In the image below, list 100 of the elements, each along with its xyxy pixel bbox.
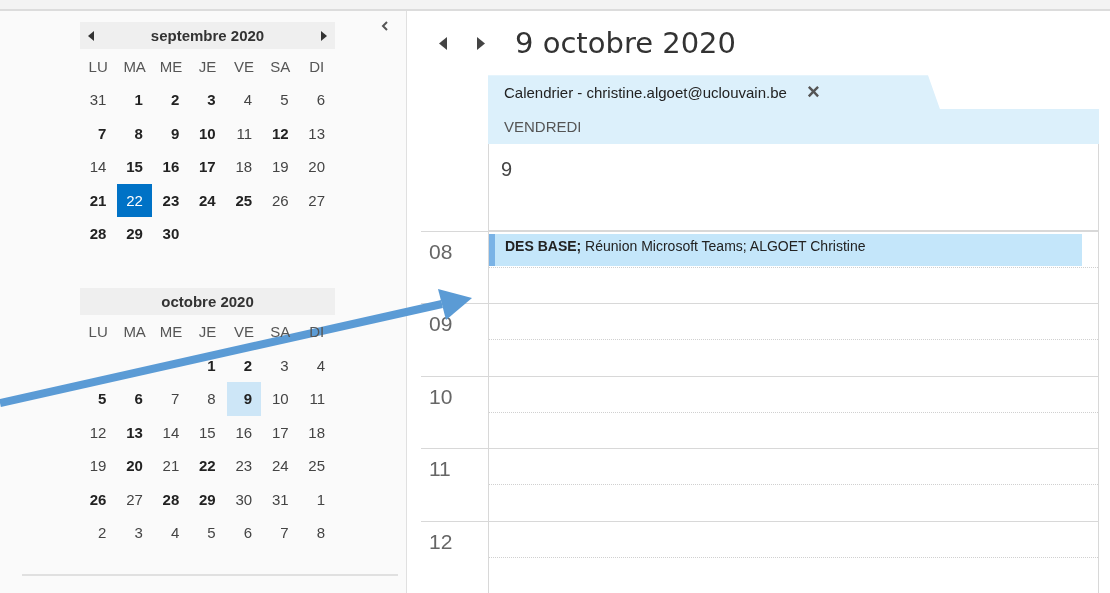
calendar-day[interactable]: 6: [226, 516, 262, 550]
calendar-day[interactable]: 27: [117, 482, 152, 516]
calendar-day[interactable]: 8: [117, 116, 152, 150]
calendar-day[interactable]: 4: [299, 348, 334, 382]
calendar-day[interactable]: 21: [81, 183, 116, 217]
calendar-event[interactable]: DES BASE; Réunion Microsoft Teams; ALGOET Christine: [489, 233, 1082, 266]
calendar-day[interactable]: 29: [117, 217, 152, 251]
weekday-label: JE: [197, 56, 218, 77]
calendar-day[interactable]: 4: [226, 83, 262, 117]
calendar-day[interactable]: 2: [81, 516, 116, 550]
calendar-day[interactable]: 24: [263, 449, 298, 483]
weekday-label: SA: [269, 322, 292, 342]
close-button[interactable]: ×: [806, 81, 820, 104]
calendar-day[interactable]: 6: [117, 382, 152, 416]
calendar-day[interactable]: 19: [263, 150, 298, 184]
calendar-day[interactable]: 15: [190, 415, 225, 449]
calendar-day[interactable]: 9: [153, 116, 189, 150]
calendar-day[interactable]: 8: [299, 516, 334, 550]
month-title: septembre 2020: [150, 27, 265, 44]
calendar-day[interactable]: 13: [299, 116, 334, 150]
calendar-day[interactable]: 29: [190, 482, 225, 516]
calendar-day[interactable]: 8: [190, 382, 225, 416]
next-day-icon[interactable]: [477, 36, 485, 50]
weekday-label: VE: [232, 322, 255, 342]
calendar-day[interactable]: 1: [117, 83, 152, 117]
weekday-label: MA: [122, 322, 147, 342]
calendar-day[interactable]: 23: [226, 449, 262, 483]
month-title: octobre 2020: [161, 292, 254, 310]
calendar-day[interactable]: 5: [263, 83, 298, 117]
calendar-day[interactable]: 6: [299, 83, 334, 117]
calendar-day[interactable]: 10: [190, 116, 225, 150]
calendar-day[interactable]: 30: [226, 482, 262, 516]
calendar-day[interactable]: 10: [263, 382, 298, 416]
calendar-day[interactable]: 2: [153, 83, 189, 117]
calendar-day[interactable]: 31: [263, 482, 298, 516]
calendar-day[interactable]: 31: [81, 83, 116, 117]
calendar-day[interactable]: 23: [153, 183, 189, 217]
all-day-area[interactable]: 9: [488, 144, 1099, 231]
calendar-day[interactable]: 7: [263, 516, 298, 550]
calendar-day[interactable]: 17: [190, 150, 225, 184]
calendar-day[interactable]: 26: [81, 482, 116, 516]
hour-label: 10: [429, 384, 453, 408]
calendar-day[interactable]: 25: [226, 183, 262, 217]
weekday-label: DI: [308, 322, 326, 342]
calendar-day[interactable]: 17: [263, 415, 298, 449]
calendar-day[interactable]: 7: [153, 382, 189, 416]
calendar-day[interactable]: 24: [190, 183, 225, 217]
calendar-day[interactable]: 25: [299, 449, 334, 483]
calendar-day[interactable]: 28: [81, 217, 116, 251]
calendar-day[interactable]: 2: [226, 348, 262, 382]
calendar-day[interactable]: 9: [226, 382, 262, 416]
calendar-day[interactable]: 14: [153, 415, 189, 449]
calendar-day[interactable]: 13: [117, 415, 152, 449]
weekday-label: ME: [158, 322, 184, 342]
hour-label: 09: [429, 312, 453, 335]
next-month-icon[interactable]: [320, 30, 327, 41]
calendar-day[interactable]: 18: [299, 415, 334, 449]
calendar-day[interactable]: 11: [226, 116, 262, 150]
calendar-day[interactable]: 1: [190, 348, 225, 382]
weekday-label: VE: [232, 56, 255, 77]
calendar-tab[interactable]: Calendrier - christine.algoet@uclouvain.be ×: [488, 75, 940, 110]
calendar-day[interactable]: 15: [117, 150, 152, 184]
weekday-label: JE: [197, 322, 218, 342]
calendar-day[interactable]: 4: [153, 516, 189, 550]
calendar-day[interactable]: 14: [81, 150, 116, 184]
calendar-day[interactable]: 5: [81, 382, 116, 416]
calendar-day[interactable]: 5: [190, 516, 225, 550]
calendar-day[interactable]: 3: [117, 516, 152, 550]
weekday-label: DI: [308, 56, 326, 77]
calendar-day[interactable]: 7: [81, 116, 116, 150]
hour-label: 11: [429, 457, 451, 480]
calendar-day[interactable]: 3: [190, 83, 225, 117]
calendar-day[interactable]: 12: [263, 116, 298, 150]
hour-label: 12: [429, 529, 453, 553]
calendar-day[interactable]: 1: [299, 482, 334, 516]
weekday-title: VENDREDI: [504, 118, 582, 136]
calendar-day[interactable]: 19: [81, 449, 116, 483]
calendar-day[interactable]: 20: [117, 449, 152, 483]
calendar-day[interactable]: 22: [117, 183, 152, 217]
weekday-label: LU: [87, 322, 109, 342]
calendar-day[interactable]: 22: [190, 449, 225, 483]
calendar-day[interactable]: 16: [226, 415, 262, 449]
calendar-day[interactable]: 20: [299, 150, 334, 184]
hour-label: 08: [429, 239, 453, 263]
calendar-day[interactable]: 3: [263, 348, 298, 382]
calendar-day[interactable]: 16: [153, 150, 189, 184]
calendar-day[interactable]: 27: [299, 183, 334, 217]
calendar-day[interactable]: 18: [226, 150, 262, 184]
weekday-label: ME: [158, 56, 184, 77]
calendar-day[interactable]: 12: [81, 415, 116, 449]
calendar-day[interactable]: 30: [153, 217, 189, 251]
tab-label: Calendrier - christine.algoet@uclouvain.be: [504, 83, 787, 101]
weekday-label: MA: [122, 56, 147, 77]
calendar-day[interactable]: 28: [153, 482, 189, 516]
calendar-day[interactable]: 21: [153, 449, 189, 483]
calendar-day[interactable]: 11: [299, 382, 334, 416]
previous-month-icon[interactable]: [88, 30, 95, 41]
collapse-chevron-icon[interactable]: [381, 21, 389, 31]
calendar-day[interactable]: 26: [263, 183, 298, 217]
previous-day-icon[interactable]: [439, 36, 447, 50]
